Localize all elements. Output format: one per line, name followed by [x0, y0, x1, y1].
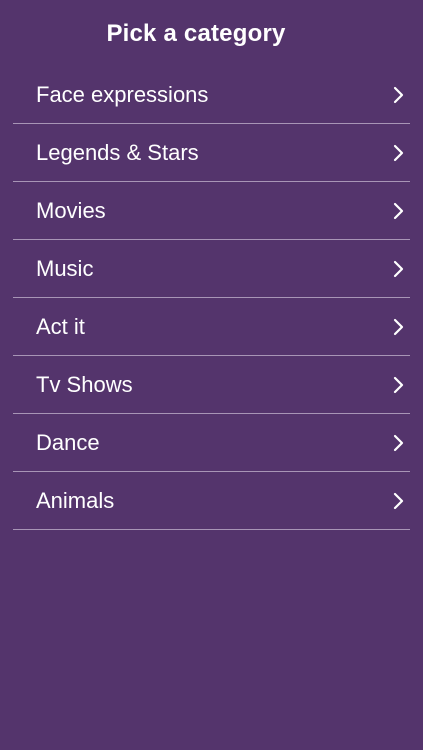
- category-label: Movies: [36, 198, 106, 223]
- category-label: Music: [36, 256, 94, 281]
- chevron-right-icon: [393, 492, 404, 510]
- chevron-right-icon: [393, 318, 404, 336]
- chevron-right-icon: [393, 260, 404, 278]
- category-label: Animals: [36, 488, 115, 513]
- category-label: Tv Shows: [36, 372, 133, 397]
- category-label: Dance: [36, 430, 100, 455]
- chevron-right-icon: [393, 376, 404, 394]
- category-item-animals[interactable]: Animals: [13, 472, 410, 530]
- page-title: Pick a category: [106, 20, 286, 47]
- category-item-music[interactable]: Music: [13, 240, 410, 298]
- chevron-right-icon: [393, 434, 404, 452]
- category-label: Act it: [36, 314, 85, 339]
- chevron-right-icon: [393, 86, 404, 104]
- category-item-movies[interactable]: Movies: [13, 182, 410, 240]
- chevron-right-icon: [393, 202, 404, 220]
- category-list: Face expressions Legends & Stars Movies …: [13, 66, 410, 530]
- category-item-tv-shows[interactable]: Tv Shows: [13, 356, 410, 414]
- category-label: Legends & Stars: [36, 140, 199, 165]
- category-label: Face expressions: [36, 82, 209, 107]
- category-item-dance[interactable]: Dance: [13, 414, 410, 472]
- category-item-act-it[interactable]: Act it: [13, 298, 410, 356]
- category-item-legends-stars[interactable]: Legends & Stars: [13, 124, 410, 182]
- chevron-right-icon: [393, 144, 404, 162]
- category-item-face-expressions[interactable]: Face expressions: [13, 66, 410, 124]
